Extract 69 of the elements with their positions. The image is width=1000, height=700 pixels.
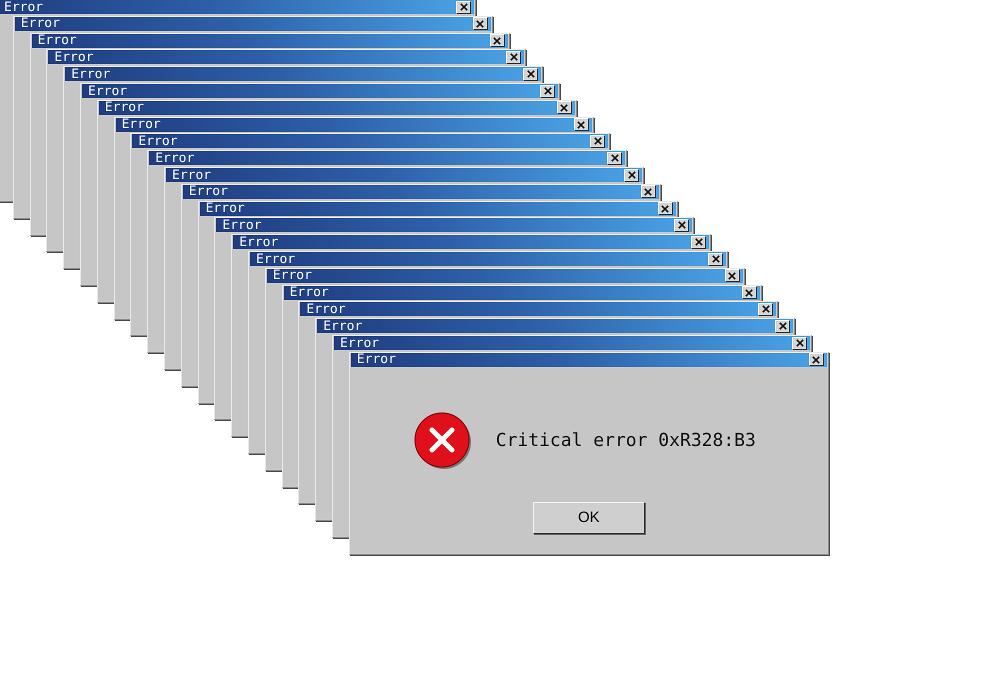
close-icon — [644, 188, 652, 196]
ok-button[interactable]: OK — [532, 502, 645, 534]
close-icon — [594, 137, 602, 146]
close-icon — [661, 204, 670, 213]
close-icon — [560, 104, 568, 112]
close-icon — [460, 3, 468, 11]
close-button[interactable] — [574, 118, 589, 132]
window-title: Error — [155, 150, 194, 166]
close-button[interactable] — [742, 286, 757, 300]
close-button[interactable] — [691, 236, 706, 249]
window-title: Error — [138, 134, 178, 149]
window-title: Error — [323, 318, 362, 334]
window-title: Error — [172, 168, 212, 182]
close-icon — [728, 272, 736, 280]
error-icon — [414, 412, 472, 470]
close-button[interactable] — [775, 320, 790, 333]
close-button[interactable] — [758, 302, 774, 316]
close-icon — [610, 154, 619, 162]
close-button[interactable] — [658, 202, 673, 216]
close-icon — [544, 87, 552, 95]
window-title: Error — [71, 66, 110, 82]
close-button[interactable] — [590, 134, 606, 148]
window-title: Error — [122, 117, 161, 132]
close-button[interactable] — [540, 84, 555, 98]
window-title: Error — [272, 268, 312, 284]
close-icon — [628, 171, 636, 179]
close-icon — [812, 356, 820, 364]
close-button[interactable] — [708, 252, 723, 266]
window-title: Error — [239, 234, 278, 250]
close-icon — [526, 70, 535, 78]
close-icon — [745, 288, 754, 297]
close-button[interactable] — [624, 168, 639, 182]
window-title: Error — [20, 16, 60, 32]
close-icon — [778, 322, 787, 330]
close-icon — [493, 36, 502, 45]
window-title: Error — [4, 0, 44, 14]
close-icon — [510, 53, 518, 62]
close-button[interactable] — [808, 353, 824, 366]
close-icon — [476, 20, 484, 28]
close-icon — [577, 120, 586, 129]
close-button[interactable] — [472, 17, 488, 30]
close-button[interactable] — [607, 152, 622, 165]
close-icon — [678, 221, 686, 230]
error-message: Critical error 0xR328:B3 — [496, 430, 756, 452]
close-icon — [712, 255, 720, 263]
window-title: Error — [38, 33, 77, 48]
window-title: Error — [104, 100, 144, 116]
window-title: Error — [356, 352, 396, 368]
window-title: Error — [290, 285, 329, 300]
window-title: Error — [256, 252, 296, 266]
window-title: Error — [88, 84, 128, 98]
close-button[interactable] — [490, 34, 505, 48]
window-title: Error — [340, 336, 380, 350]
window-title: Error — [306, 302, 346, 317]
close-icon — [694, 238, 703, 246]
close-icon — [762, 305, 770, 314]
close-icon — [796, 339, 804, 347]
window-title: Error — [54, 50, 94, 65]
close-button[interactable] — [640, 185, 656, 198]
close-button[interactable] — [556, 101, 572, 114]
close-button[interactable] — [506, 50, 522, 64]
close-button[interactable] — [523, 68, 538, 81]
window-title: Error — [206, 201, 245, 216]
close-button[interactable] — [674, 218, 690, 232]
window-title: Error — [222, 218, 262, 233]
close-button[interactable] — [792, 336, 807, 350]
close-button[interactable] — [456, 0, 471, 14]
window-title: Error — [188, 184, 228, 200]
close-button[interactable] — [724, 269, 740, 282]
